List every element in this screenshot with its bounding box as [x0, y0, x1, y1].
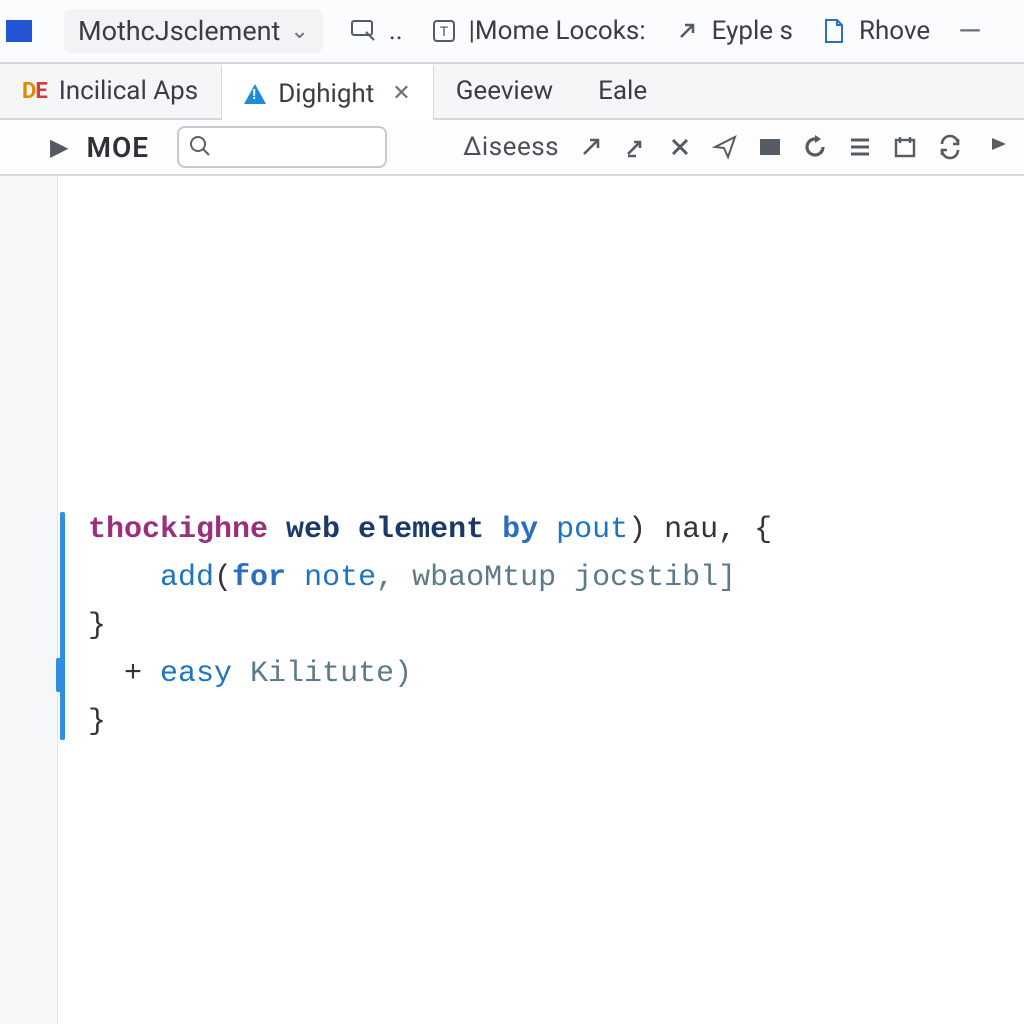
inspect-icon [351, 18, 377, 44]
warning-icon [244, 84, 266, 104]
app-badge-icon [6, 20, 32, 42]
menubar: MothcJsclement ⌄ .. T |Mome Locoks: Eypl… [0, 0, 1024, 64]
refresh-c-icon[interactable] [802, 132, 829, 162]
rect-fill-icon[interactable] [757, 132, 784, 162]
de-badge-icon: DE [22, 79, 47, 104]
text-panel-icon: T [431, 18, 457, 44]
tab-incilical-aps[interactable]: DE Incilical Aps [0, 64, 221, 118]
search-box [177, 126, 387, 168]
minimize-icon[interactable]: — [958, 14, 981, 49]
tab-geeview[interactable]: Geeview [434, 64, 576, 118]
change-marker-icon [60, 512, 65, 740]
flag-icon[interactable] [987, 132, 1014, 162]
arrow-ne-icon [674, 18, 700, 44]
menu-item-label: Eyple s [712, 16, 793, 46]
menu-item-label: Rhove [859, 16, 930, 46]
lines-icon[interactable] [846, 132, 873, 162]
arrow-out-icon[interactable] [577, 132, 604, 162]
project-selector[interactable]: MothcJsclement ⌄ [64, 9, 323, 53]
menu-item-rhove[interactable]: Rhove [821, 16, 930, 46]
menu-item-label: .. [389, 16, 403, 46]
chevron-down-icon: ⌄ [290, 19, 308, 44]
tab-strip: DE Incilical Aps Dighight ✕ Geeview Eale [0, 64, 1024, 120]
tab-label: Eale [598, 76, 647, 106]
calendar-icon[interactable] [891, 132, 918, 162]
aisess-label[interactable]: Δiseess [463, 132, 559, 162]
project-name: MothcJsclement [78, 15, 280, 47]
run-config-label[interactable]: MOE [86, 131, 149, 164]
code-editor[interactable]: thockighne web element by pout) nau, { a… [58, 176, 1024, 1024]
tab-label: Dighight [278, 79, 374, 109]
menu-item-inspect[interactable]: .. [351, 16, 403, 46]
gutter [0, 176, 58, 1024]
file-icon [821, 18, 847, 44]
tab-label: Geeview [456, 76, 553, 106]
source-code[interactable]: thockighne web element by pout) nau, { a… [68, 506, 1024, 746]
code-block: thockighne web element by pout) nau, { a… [68, 506, 1024, 746]
close-icon[interactable]: ✕ [392, 81, 410, 106]
sync-icon[interactable] [936, 132, 963, 162]
menu-item-eyples[interactable]: Eyple s [674, 16, 793, 46]
arrow-up-bar-icon[interactable] [622, 132, 649, 162]
search-icon [189, 135, 211, 157]
tab-dighight[interactable]: Dighight ✕ [221, 64, 434, 120]
toolbar: ▶ MOE Δiseess [0, 120, 1024, 176]
close-x-icon[interactable] [667, 132, 694, 162]
play-icon[interactable]: ▶ [50, 133, 68, 161]
menu-item-mome[interactable]: T |Mome Locoks: [431, 16, 646, 46]
tab-label: Incilical Aps [59, 76, 199, 106]
caret-marker-icon [56, 658, 63, 692]
svg-text:T: T [439, 23, 448, 39]
send-icon[interactable] [712, 132, 739, 162]
workspace: thockighne web element by pout) nau, { a… [0, 176, 1024, 1024]
tab-eale[interactable]: Eale [576, 64, 670, 118]
menu-item-label: |Mome Locoks: [469, 16, 646, 46]
